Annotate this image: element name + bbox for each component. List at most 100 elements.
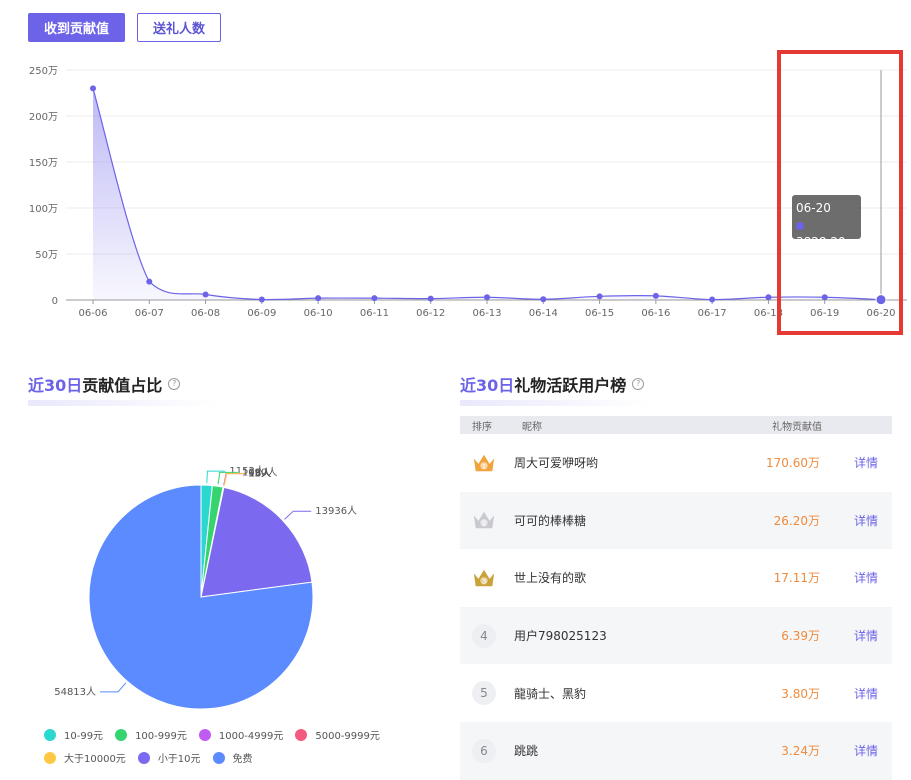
data-point[interactable] [596, 293, 603, 300]
table-row: 5 龍骑士、黑豹 3.80万 详情 [460, 664, 892, 722]
crown-icon: 1 [473, 454, 495, 472]
rank-number: 5 [472, 681, 496, 706]
data-point[interactable] [709, 296, 716, 303]
pie-label-line [100, 682, 127, 693]
x-tick-label: 06-11 [360, 308, 389, 319]
rank-cell: 1 [472, 451, 496, 475]
gift-value: 17.11万 [773, 571, 820, 586]
legend-label: 免费 [232, 754, 253, 765]
legend-item[interactable]: 1000-4999元 [198, 727, 283, 742]
legend-item[interactable]: 小于10元 [137, 750, 201, 765]
nickname: 世上没有的歌 [514, 571, 587, 586]
legend-item[interactable]: 免费 [212, 750, 253, 765]
detail-link[interactable]: 详情 [854, 512, 878, 529]
data-point[interactable] [258, 296, 265, 303]
x-tick-label: 06-12 [416, 308, 445, 319]
chart-tooltip: 06-20 3828.20 [792, 195, 861, 249]
nickname: 跳跳 [514, 744, 539, 759]
table-body: 1 周大可爱咿呀哟 170.60万 详情 2 可可的棒棒糖 26.20万 详情 3 世上没有的歌 1… [460, 434, 892, 780]
data-point[interactable] [875, 294, 887, 306]
y-tick-label: 150万 [29, 158, 58, 169]
legend-item[interactable]: 10-99元 [44, 727, 103, 742]
legend-label: 小于10元 [157, 754, 201, 765]
rank-cell: 2 [472, 508, 496, 532]
rank-number: 6 [472, 738, 496, 763]
rank-number: 3 [482, 578, 486, 586]
legend-label: 5000-9999元 [315, 731, 380, 742]
data-point[interactable] [202, 291, 209, 298]
data-point[interactable] [371, 295, 378, 302]
gift-rank-table: 排序 昵称 礼物贡献值 1 周大可爱咿呀哟 170.60万 详情 2 可可的棒棒糖 26.2… [460, 416, 892, 780]
data-point[interactable] [427, 295, 434, 302]
x-tick-label: 06-07 [135, 308, 164, 319]
data-point[interactable] [90, 85, 96, 92]
nickname: 龍骑士、黑豹 [514, 686, 587, 701]
pie-legend: 10-99元 100-999元 1000-4999元 5000-9999元大于1000… [44, 727, 384, 765]
tab-received-contribution[interactable]: 收到贡献值 [28, 13, 126, 42]
crown-icon: 2 [473, 512, 495, 529]
rank-section-title: 近30日 礼物活跃用户榜? [460, 372, 650, 406]
data-point[interactable] [540, 296, 547, 303]
x-tick-label: 06-19 [810, 308, 839, 319]
contribution-pie-chart[interactable]: 1152人1090人55人13人16人13936人54813人 [0, 430, 440, 720]
help-icon[interactable]: ? [632, 378, 645, 390]
series-area [93, 88, 881, 301]
table-row: 6 跳跳 3.24万 详情 [460, 721, 892, 780]
legend-dot [115, 728, 128, 741]
legend-dot [44, 751, 56, 764]
nickname: 用户798025123 [514, 629, 607, 644]
detail-link[interactable]: 详情 [854, 685, 878, 702]
legend-label: 100-999元 [135, 731, 187, 742]
pie-section-title: 近30日 贡献值占比? [28, 372, 218, 406]
rank-cell: 5 [472, 681, 496, 706]
x-tick-label: 06-15 [585, 308, 614, 319]
rank-number: 4 [472, 623, 496, 648]
rank-number: 2 [482, 520, 486, 528]
data-point[interactable] [315, 295, 322, 302]
legend-item[interactable]: 100-999元 [115, 727, 187, 742]
legend-dot [198, 728, 211, 741]
pie-slice-label: 54813人 [54, 686, 96, 698]
help-icon[interactable]: ? [168, 378, 181, 390]
legend-dot [295, 728, 308, 741]
rank-cell: 4 [472, 623, 496, 648]
data-point[interactable] [484, 294, 490, 301]
data-point[interactable] [652, 292, 659, 299]
legend-dot [137, 751, 150, 764]
y-tick-label: 100万 [29, 204, 58, 215]
table-row: 1 周大可爱咿呀哟 170.60万 详情 [460, 434, 892, 492]
tab-bar: 收到贡献值 送礼人数 [28, 13, 222, 42]
gift-value: 3.80万 [781, 686, 820, 701]
table-row: 2 可可的棒棒糖 26.20万 详情 [460, 491, 892, 550]
gift-value: 6.39万 [781, 629, 820, 644]
legend-dot [44, 728, 56, 741]
gift-value: 170.60万 [766, 456, 820, 471]
y-tick-label: 50万 [35, 250, 58, 261]
pie-label-line [284, 510, 312, 520]
tooltip-value: 3828.20 [796, 235, 846, 249]
gift-value: 26.20万 [773, 513, 820, 528]
y-tick-label: 200万 [29, 112, 58, 123]
nickname: 周大可爱咿呀哟 [514, 456, 599, 471]
table-header: 排序 昵称 礼物贡献值 [460, 416, 892, 434]
pie-label-line [206, 470, 226, 484]
detail-link[interactable]: 详情 [854, 627, 878, 644]
data-point[interactable] [765, 294, 772, 301]
detail-link[interactable]: 详情 [854, 569, 878, 586]
y-tick-label: 250万 [29, 66, 58, 77]
y-tick-label: 0 [52, 296, 58, 307]
x-tick-label: 06-17 [698, 308, 727, 319]
tab-gift-senders[interactable]: 送礼人数 [137, 13, 222, 42]
x-tick-label: 06-08 [191, 308, 220, 319]
data-point[interactable] [146, 278, 153, 285]
data-point[interactable] [821, 294, 828, 301]
legend-label: 大于10000元 [64, 754, 126, 765]
legend-item[interactable]: 5000-9999元 [295, 727, 380, 742]
detail-link[interactable]: 详情 [854, 454, 878, 471]
rank-cell: 6 [472, 738, 496, 763]
detail-link[interactable]: 详情 [854, 742, 878, 759]
series-line [92, 88, 882, 301]
x-tick-label: 06-09 [247, 308, 276, 319]
legend-item[interactable]: 大于10000元 [44, 750, 126, 765]
trend-chart[interactable]: 0 50万 100万 150万 200万 250万 06-06 06-07 06-08 06-09… [0, 55, 911, 330]
